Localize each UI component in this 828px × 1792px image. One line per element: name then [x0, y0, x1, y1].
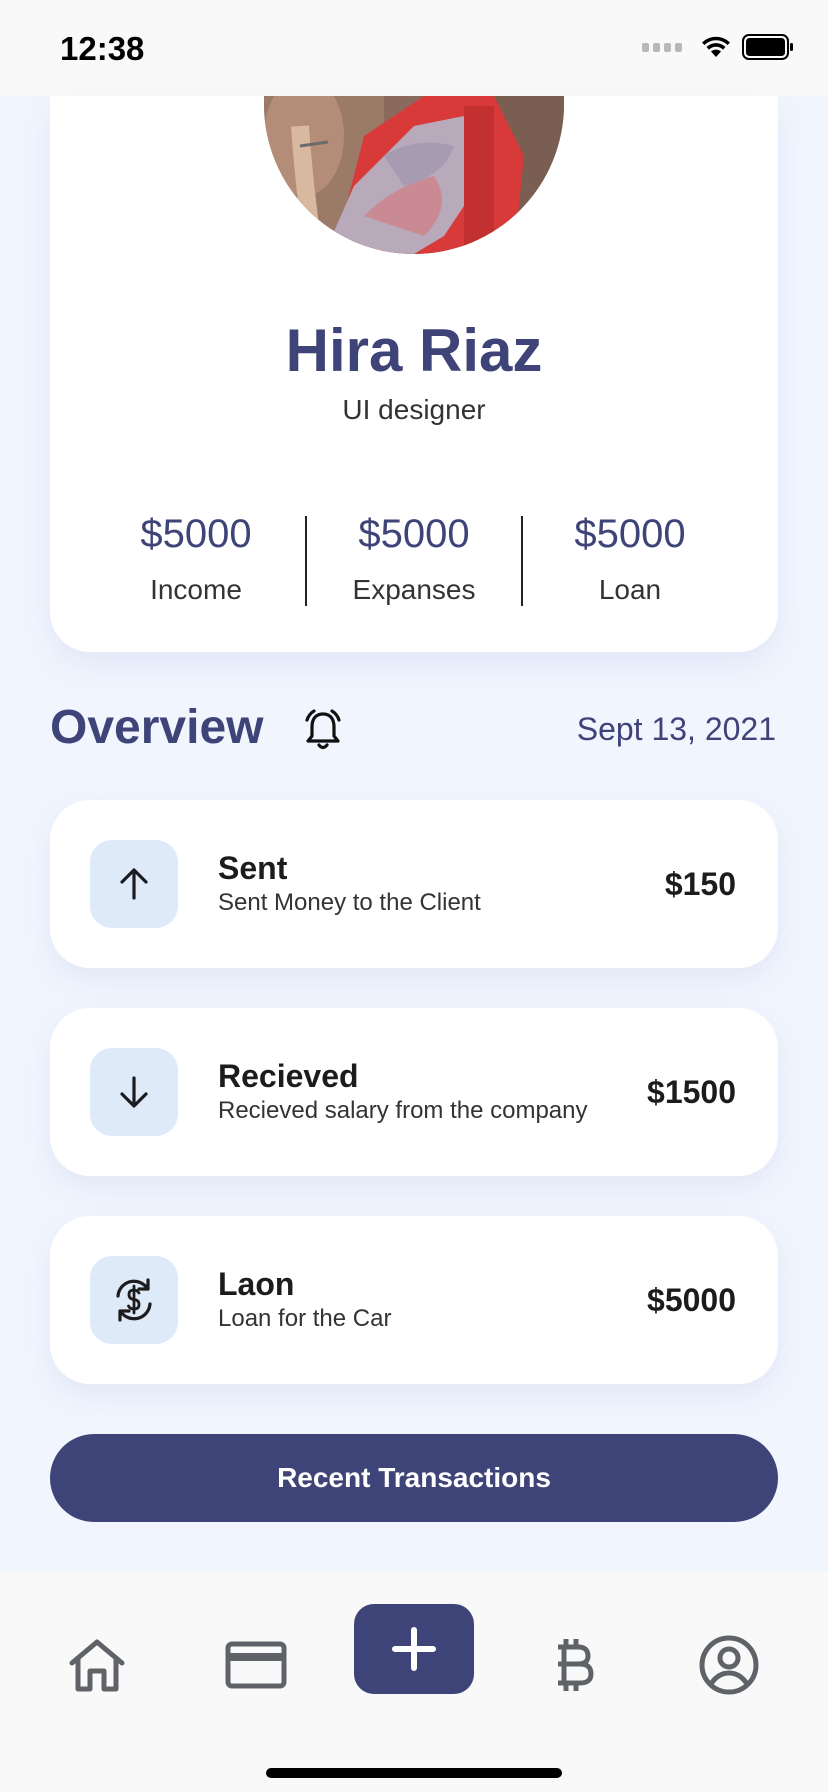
stats-row: $5000 Income $5000 Expanses $5000 Loan	[50, 506, 778, 606]
tab-bar	[0, 1572, 828, 1792]
bitcoin-icon	[558, 1639, 594, 1691]
bell-icon[interactable]	[300, 708, 346, 757]
transaction-title: Recieved	[218, 1058, 359, 1094]
stat-income-value: $5000	[140, 512, 252, 556]
avatar[interactable]	[264, 96, 564, 254]
arrow-up-icon	[90, 840, 178, 928]
cellular-signal-icon	[642, 42, 682, 52]
add-button[interactable]	[354, 1604, 474, 1694]
overview-date: Sept 13, 2021	[576, 711, 776, 747]
overview-title: Overview	[50, 701, 264, 754]
transaction-description: Sent Money to the Client	[218, 889, 481, 916]
card-icon	[225, 1641, 287, 1689]
transaction-title: Laon	[218, 1266, 295, 1302]
transaction-amount: $5000	[647, 1282, 736, 1318]
plus-icon	[392, 1627, 436, 1671]
tab-crypto[interactable]	[528, 1620, 618, 1710]
stat-loan-value: $5000	[574, 512, 686, 556]
transaction-description: Loan for the Car	[218, 1305, 392, 1332]
tab-home[interactable]	[52, 1620, 142, 1710]
battery-icon	[742, 34, 793, 60]
dollar-exchange-icon	[90, 1256, 178, 1344]
transaction-card-received[interactable]: Recieved Recieved salary from the compan…	[50, 1008, 778, 1176]
arrow-down-icon	[90, 1048, 178, 1136]
stat-loan-label: Loan	[598, 574, 662, 605]
stat-expanses-value: $5000	[358, 512, 470, 556]
profile-icon	[699, 1635, 759, 1695]
recent-transactions-button[interactable]: Recent Transactions	[50, 1434, 778, 1522]
home-icon	[69, 1639, 125, 1692]
stat-divider	[305, 516, 307, 606]
stat-expanses-label: Expanses	[352, 574, 476, 605]
stat-income-label: Income	[150, 574, 242, 605]
home-indicator[interactable]	[266, 1768, 562, 1778]
tab-profile[interactable]	[684, 1620, 774, 1710]
stat-income: $5000 Income	[88, 506, 304, 606]
transaction-description: Recieved salary from the company	[218, 1097, 588, 1124]
transaction-card-sent[interactable]: Sent Sent Money to the Client $150	[50, 800, 778, 968]
stat-loan: $5000 Loan	[522, 506, 738, 606]
stat-divider	[521, 516, 523, 606]
profile-card: Hira Riaz UI designer $5000 Income $5000…	[50, 96, 778, 652]
status-time: 12:38	[60, 30, 145, 67]
tab-cards[interactable]	[211, 1620, 301, 1710]
transaction-title: Sent	[218, 850, 288, 886]
transaction-amount: $150	[664, 866, 736, 902]
transaction-amount: $1500	[647, 1074, 736, 1110]
status-icons	[642, 34, 794, 60]
profile-role: UI designer	[342, 394, 486, 425]
status-bar: 12:38	[0, 0, 828, 96]
transaction-card-loan[interactable]: Laon Loan for the Car $5000	[50, 1216, 778, 1384]
profile-name: Hira Riaz	[285, 317, 543, 384]
stat-expanses: $5000 Expanses	[306, 506, 522, 606]
wifi-icon	[702, 36, 730, 57]
